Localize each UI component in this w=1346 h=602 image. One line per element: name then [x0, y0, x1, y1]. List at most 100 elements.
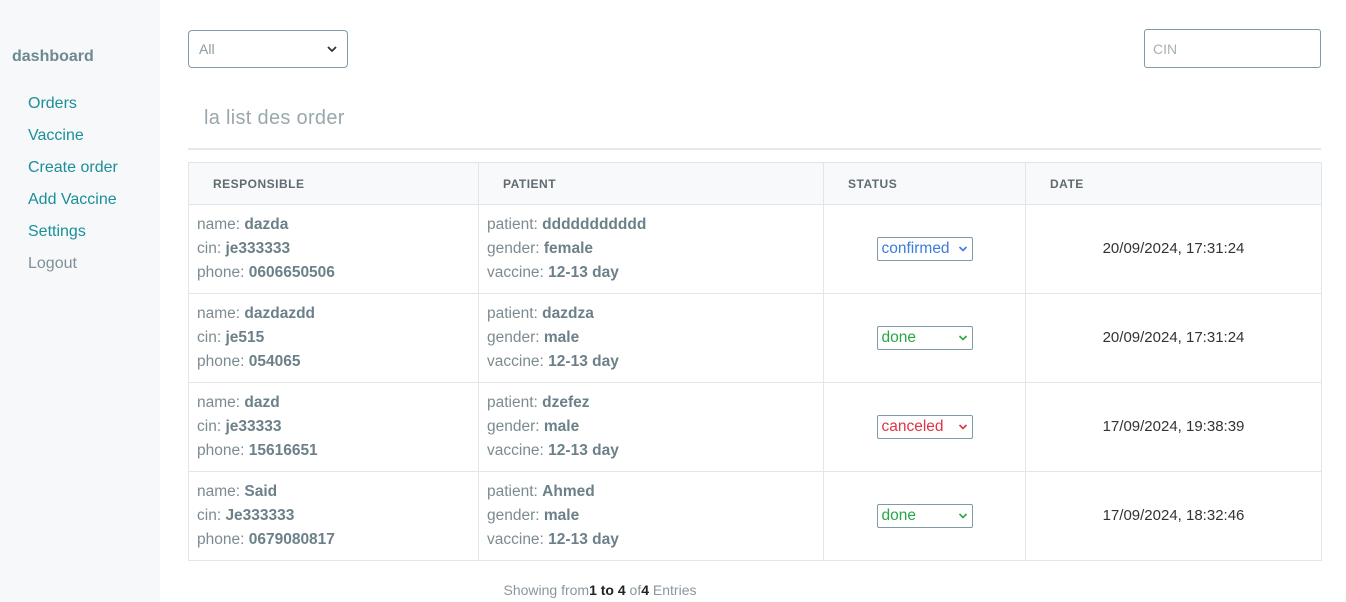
status-filter-select[interactable]: All [188, 30, 348, 68]
gender-label: gender: [487, 507, 544, 524]
column-header-patient: PATIENT [478, 162, 824, 205]
name-value: dazda [244, 216, 289, 233]
sidebar-item-create-order[interactable]: Create order [28, 159, 118, 191]
patient-cell: patient: dzefez gender: male vaccine: 12-1… [478, 382, 824, 472]
vaccine-label: vaccine: [487, 442, 549, 459]
vaccine-value: 12-13 day [548, 264, 619, 281]
sidebar-item-add-vaccine[interactable]: Add Vaccine [28, 191, 118, 223]
status-select[interactable]: done [876, 326, 973, 350]
status-select[interactable]: canceled [876, 415, 973, 439]
patient-value: dazdza [542, 305, 594, 322]
vaccine-label: vaccine: [487, 531, 549, 548]
patient-cell: patient: ddddddddddd gender: female vaccin… [478, 204, 824, 294]
phone-label: phone: [197, 353, 249, 370]
status-select[interactable]: done [876, 504, 973, 528]
patient-label: patient: [487, 483, 543, 500]
gender-value: male [543, 507, 580, 524]
name-value: dazd [244, 394, 280, 411]
responsible-cell: name: dazda cin: je333333 phone: 060665050… [188, 204, 479, 294]
vaccine-line: vaccine: 12-13 day [487, 261, 823, 285]
status-cell: done [823, 471, 1026, 561]
column-header-responsible: RESPONSIBLE [188, 162, 479, 205]
gender-line: gender: male [487, 326, 823, 350]
sidebar: dashboard Orders Vaccine Create order Ad… [0, 0, 160, 602]
name-line: name: dazd [197, 391, 478, 415]
status-cell: canceled [823, 382, 1026, 472]
cin-search-input[interactable] [1144, 29, 1321, 68]
patient-label: patient: [487, 394, 543, 411]
cin-value: Je333333 [225, 507, 295, 524]
pagination-prefix: Showing from [503, 582, 590, 598]
name-value: Said [244, 483, 278, 500]
sidebar-item-logout[interactable]: Logout [28, 255, 118, 287]
page-title: la list des order [204, 107, 345, 129]
table-row: name: dazd cin: je33333 phone: 15616651 pat… [188, 382, 1322, 472]
sidebar-nav: Orders Vaccine Create order Add Vaccine … [28, 95, 118, 287]
patient-label: patient: [487, 216, 543, 233]
status-select[interactable]: confirmed [876, 237, 973, 261]
cin-label: cin: [197, 507, 226, 524]
date-cell: 17/09/2024, 19:38:39 [1025, 382, 1322, 472]
cin-label: cin: [197, 329, 226, 346]
patient-line: patient: ddddddddddd [487, 213, 823, 237]
pagination-total: 4 [641, 582, 650, 598]
cin-value: je33333 [225, 418, 282, 435]
gender-value: male [543, 329, 580, 346]
name-label: name: [197, 483, 245, 500]
gender-label: gender: [487, 240, 544, 257]
name-line: name: dazdazdd [197, 302, 478, 326]
table-header-row: RESPONSIBLE PATIENT STATUS DATE [188, 162, 1322, 205]
gender-line: gender: male [487, 415, 823, 439]
cin-value: je333333 [225, 240, 291, 257]
phone-value: 0679080817 [248, 531, 335, 548]
title-divider [188, 148, 1321, 150]
status-value: confirmed [881, 240, 950, 257]
chevron-down-icon [958, 424, 967, 430]
status-filter-value: All [199, 41, 215, 57]
phone-value: 054065 [248, 353, 301, 370]
pagination-suffix: Entries [649, 582, 697, 598]
table-row: name: Said cin: Je333333 phone: 0679080817… [188, 471, 1322, 561]
phone-line: phone: 15616651 [197, 439, 478, 463]
sidebar-item-orders[interactable]: Orders [28, 95, 118, 127]
sidebar-item-vaccine[interactable]: Vaccine [28, 127, 118, 159]
table-row: name: dazdazdd cin: je515 phone: 054065 pat… [188, 293, 1322, 383]
cin-label: cin: [197, 240, 226, 257]
vaccine-line: vaccine: 12-13 day [487, 528, 823, 552]
cin-value: je515 [225, 329, 265, 346]
date-cell: 17/09/2024, 18:32:46 [1025, 471, 1322, 561]
table-row: name: dazda cin: je333333 phone: 060665050… [188, 204, 1322, 294]
pagination-of: of [625, 582, 642, 598]
chevron-down-icon [958, 335, 967, 341]
responsible-cell: name: dazdazdd cin: je515 phone: 054065 [188, 293, 479, 383]
patient-line: patient: dzefez [487, 391, 823, 415]
status-value: canceled [881, 418, 944, 435]
name-line: name: Said [197, 480, 478, 504]
vaccine-line: vaccine: 12-13 day [487, 439, 823, 463]
patient-cell: patient: Ahmed gender: male vaccine: 12-13… [478, 471, 824, 561]
phone-value: 0606650506 [248, 264, 335, 281]
responsible-cell: name: Said cin: Je333333 phone: 0679080817 [188, 471, 479, 561]
patient-line: patient: dazdza [487, 302, 823, 326]
date-cell: 20/09/2024, 17:31:24 [1025, 293, 1322, 383]
patient-value: dzefez [542, 394, 590, 411]
patient-cell: patient: dazdza gender: male vaccine: 12-1… [478, 293, 824, 383]
vaccine-value: 12-13 day [548, 531, 619, 548]
phone-line: phone: 0606650506 [197, 261, 478, 285]
name-value: dazdazdd [244, 305, 316, 322]
sidebar-item-settings[interactable]: Settings [28, 223, 118, 255]
gender-value: female [543, 240, 594, 257]
cin-line: cin: Je333333 [197, 504, 478, 528]
status-cell: confirmed [823, 204, 1026, 294]
status-value: done [881, 507, 916, 524]
vaccine-label: vaccine: [487, 353, 549, 370]
gender-line: gender: female [487, 237, 823, 261]
phone-line: phone: 0679080817 [197, 528, 478, 552]
phone-label: phone: [197, 531, 249, 548]
cin-label: cin: [197, 418, 226, 435]
vaccine-line: vaccine: 12-13 day [487, 350, 823, 374]
chevron-down-icon [958, 513, 967, 519]
chevron-down-icon [958, 246, 967, 252]
cin-line: cin: je333333 [197, 237, 478, 261]
name-line: name: dazda [197, 213, 478, 237]
